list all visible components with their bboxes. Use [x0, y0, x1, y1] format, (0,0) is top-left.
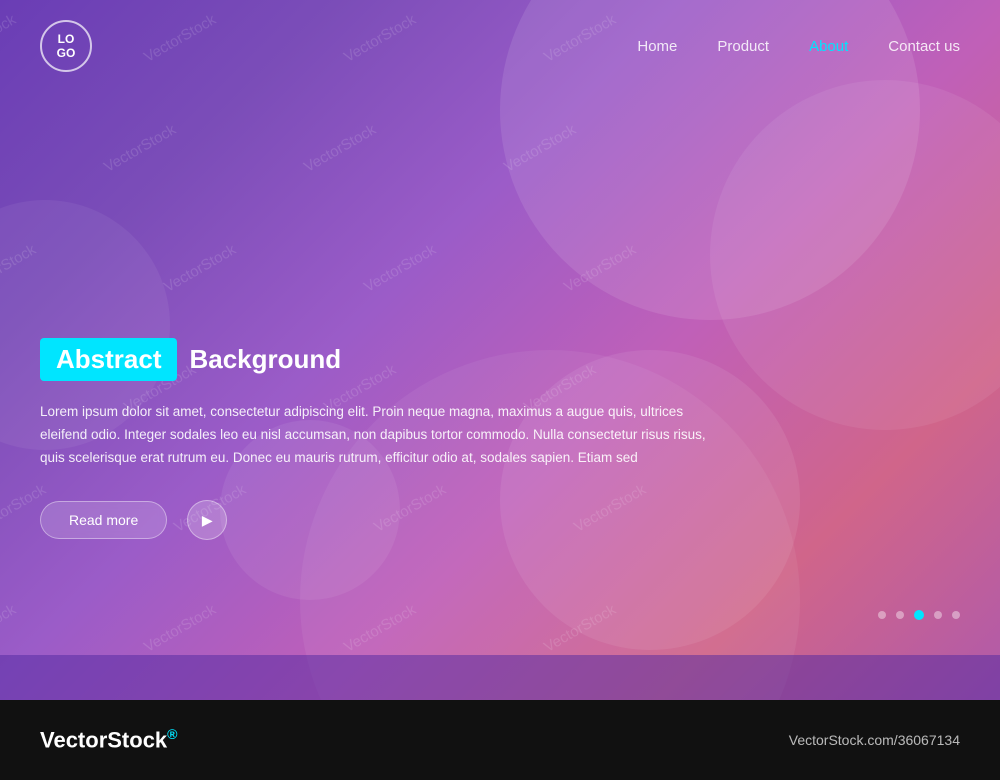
nav-links: Home Product About Contact us	[637, 38, 960, 55]
dots-container	[878, 610, 960, 620]
hero-title: Abstract Background	[40, 338, 960, 381]
logo: LO GO	[40, 20, 92, 72]
nav-home[interactable]: Home	[637, 38, 677, 55]
registered-symbol: ®	[167, 726, 177, 742]
purple-band	[0, 655, 1000, 700]
hero-section: VectorStockVectorStockVectorStockVectorS…	[0, 0, 1000, 700]
nav-product[interactable]: Product	[717, 38, 769, 55]
dot-3-active[interactable]	[914, 610, 924, 620]
play-icon: ▶	[202, 512, 213, 529]
hero-description: Lorem ipsum dolor sit amet, consectetur …	[40, 401, 720, 470]
hero-content: Abstract Background Lorem ipsum dolor si…	[40, 338, 960, 540]
dot-1[interactable]	[878, 611, 886, 619]
play-button[interactable]: ▶	[187, 500, 227, 540]
nav-about[interactable]: About	[809, 38, 848, 55]
read-more-button[interactable]: Read more	[40, 501, 167, 539]
footer-url: VectorStock.com/36067134	[789, 732, 960, 748]
dot-2[interactable]	[896, 611, 904, 619]
dot-4[interactable]	[934, 611, 942, 619]
main-container: VectorStockVectorStockVectorStockVectorS…	[0, 0, 1000, 780]
dot-5[interactable]	[952, 611, 960, 619]
hero-actions: Read more ▶	[40, 500, 960, 540]
title-main: Background	[189, 344, 341, 375]
nav-contact[interactable]: Contact us	[888, 38, 960, 55]
title-badge: Abstract	[40, 338, 177, 381]
navbar: LO GO Home Product About Contact us	[0, 0, 1000, 92]
footer-brand: VectorStock®	[40, 726, 178, 753]
footer: VectorStock® VectorStock.com/36067134	[0, 700, 1000, 780]
